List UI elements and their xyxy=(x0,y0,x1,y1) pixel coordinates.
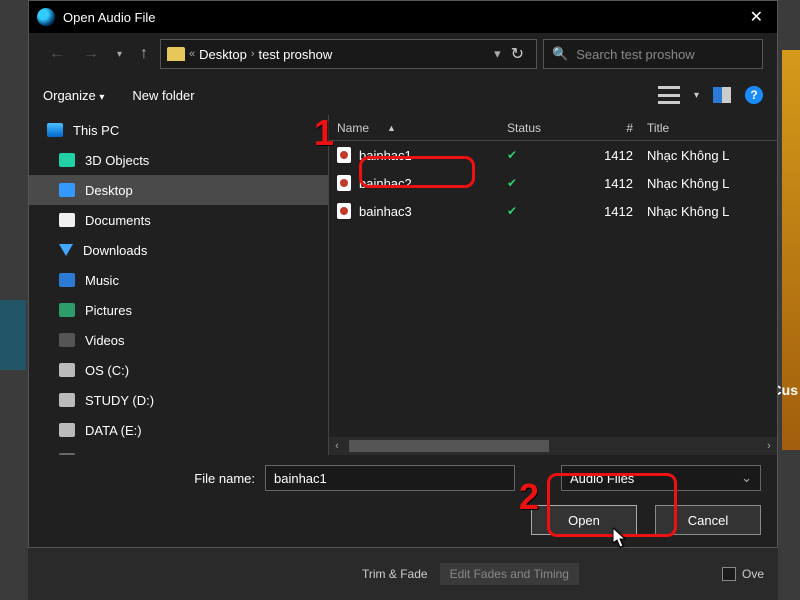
downloads-icon xyxy=(59,244,73,256)
bg-thumb xyxy=(0,300,26,370)
status-ok-icon: ✔ xyxy=(507,148,587,162)
cancel-button[interactable]: Cancel xyxy=(655,505,761,535)
crumb-prefix: « xyxy=(189,48,195,60)
col-title[interactable]: Title xyxy=(647,121,777,135)
refresh-icon[interactable]: ↻ xyxy=(505,42,530,66)
checkbox-icon xyxy=(722,567,736,581)
scrollbar-thumb[interactable] xyxy=(349,440,549,452)
filename-input[interactable] xyxy=(265,465,515,491)
chevron-down-icon[interactable]: ▾ xyxy=(694,90,699,101)
close-icon[interactable]: ✕ xyxy=(744,7,769,27)
toolbar: Organize ▾ New folder ▾ ? xyxy=(29,75,777,115)
sort-asc-icon: ▲ xyxy=(387,123,396,133)
chevron-right-icon: › xyxy=(251,48,255,60)
status-ok-icon: ✔ xyxy=(507,204,587,218)
sidebar-item-3d[interactable]: 3D Objects xyxy=(29,145,328,175)
nav-back-icon[interactable]: ← xyxy=(43,43,71,65)
sidebar-item-os[interactable]: OS (C:) xyxy=(29,355,328,385)
status-ok-icon: ✔ xyxy=(507,176,587,190)
drive-icon xyxy=(59,363,75,377)
cursor-icon xyxy=(613,528,627,548)
file-row[interactable]: bainhac2 ✔ 1412 Nhạc Không L xyxy=(329,169,777,197)
sidebar-item-network[interactable]: Network xyxy=(29,445,328,455)
address-bar[interactable]: « Desktop › test proshow ▾ ↻ xyxy=(160,39,537,69)
view-mode-button[interactable] xyxy=(658,86,680,104)
organize-button[interactable]: Organize ▾ xyxy=(43,88,104,103)
preview-pane-button[interactable] xyxy=(713,87,731,103)
under-strip: Trim & Fade Edit Fades and Timing Ove xyxy=(28,548,778,600)
chevron-down-icon: ⌄ xyxy=(741,470,752,486)
pictures-icon xyxy=(59,303,75,317)
sidebar-this-pc[interactable]: This PC xyxy=(29,115,328,145)
chevron-down-icon[interactable]: ▾ xyxy=(494,46,501,62)
file-row[interactable]: bainhac3 ✔ 1412 Nhạc Không L xyxy=(329,197,777,225)
sidebar-item-study[interactable]: STUDY (D:) xyxy=(29,385,328,415)
nav-bar: ← → ▾ ↑ « Desktop › test proshow ▾ ↻ 🔍 S… xyxy=(29,33,777,75)
col-status[interactable]: Status xyxy=(507,121,587,135)
sidebar-item-pictures[interactable]: Pictures xyxy=(29,295,328,325)
videos-icon xyxy=(59,333,75,347)
drive-icon xyxy=(59,423,75,437)
sidebar-item-downloads[interactable]: Downloads xyxy=(29,235,328,265)
music-icon xyxy=(59,273,75,287)
search-input[interactable]: 🔍 Search test proshow xyxy=(543,39,763,69)
nav-recent-icon[interactable]: ▾ xyxy=(111,47,128,62)
pc-icon xyxy=(47,123,63,137)
network-icon xyxy=(59,453,75,455)
file-type-select[interactable]: Audio Files ⌄ xyxy=(561,465,761,491)
desktop-icon xyxy=(59,183,75,197)
titlebar: Open Audio File ✕ xyxy=(29,1,777,33)
edit-fades-button[interactable]: Edit Fades and Timing xyxy=(440,563,579,585)
crumb-desktop[interactable]: Desktop xyxy=(199,47,247,62)
app-icon xyxy=(37,8,55,26)
help-icon[interactable]: ? xyxy=(745,86,763,104)
dialog-bottom: File name: Audio Files ⌄ Open Cancel xyxy=(29,455,777,549)
sidebar: This PC 3D Objects Desktop Documents Dow… xyxy=(29,115,329,455)
sidebar-item-music[interactable]: Music xyxy=(29,265,328,295)
trim-fade-label: Trim & Fade xyxy=(362,567,428,581)
nav-forward-icon[interactable]: → xyxy=(77,43,105,65)
annotation-number-1: 1 xyxy=(314,112,334,154)
search-icon: 🔍 xyxy=(552,46,568,62)
audio-file-icon xyxy=(337,175,351,191)
sidebar-item-documents[interactable]: Documents xyxy=(29,205,328,235)
scroll-left-icon[interactable]: ‹ xyxy=(329,440,345,452)
file-pane: Name ▲ Status # Title bainhac1 ✔ 1412 Nhạ… xyxy=(329,115,777,455)
col-num[interactable]: # xyxy=(587,121,647,135)
search-placeholder: Search test proshow xyxy=(576,47,695,62)
sidebar-item-data[interactable]: DATA (E:) xyxy=(29,415,328,445)
filename-label: File name: xyxy=(45,471,255,486)
horizontal-scrollbar[interactable]: ‹ › xyxy=(329,437,777,455)
drive-icon xyxy=(59,393,75,407)
file-row[interactable]: bainhac1 ✔ 1412 Nhạc Không L xyxy=(329,141,777,169)
ove-checkbox[interactable]: Ove xyxy=(722,567,764,581)
col-name[interactable]: Name xyxy=(337,121,369,135)
sidebar-item-desktop[interactable]: Desktop xyxy=(29,175,328,205)
folder-icon xyxy=(167,47,185,61)
nav-up-icon[interactable]: ↑ xyxy=(134,43,154,65)
crumb-folder[interactable]: test proshow xyxy=(259,47,333,62)
documents-icon xyxy=(59,213,75,227)
3d-icon xyxy=(59,153,75,167)
chevron-down-icon: ▾ xyxy=(99,92,104,103)
audio-file-icon xyxy=(337,147,351,163)
sidebar-item-videos[interactable]: Videos xyxy=(29,325,328,355)
column-headers: Name ▲ Status # Title xyxy=(329,115,777,141)
dialog-title: Open Audio File xyxy=(63,10,744,25)
file-rows: bainhac1 ✔ 1412 Nhạc Không L bainhac2 ✔ … xyxy=(329,141,777,437)
annotation-number-2: 2 xyxy=(519,476,539,518)
scroll-right-icon[interactable]: › xyxy=(761,440,777,452)
audio-file-icon xyxy=(337,203,351,219)
open-file-dialog: Open Audio File ✕ ← → ▾ ↑ « Desktop › te… xyxy=(28,0,778,548)
new-folder-button[interactable]: New folder xyxy=(132,88,194,103)
